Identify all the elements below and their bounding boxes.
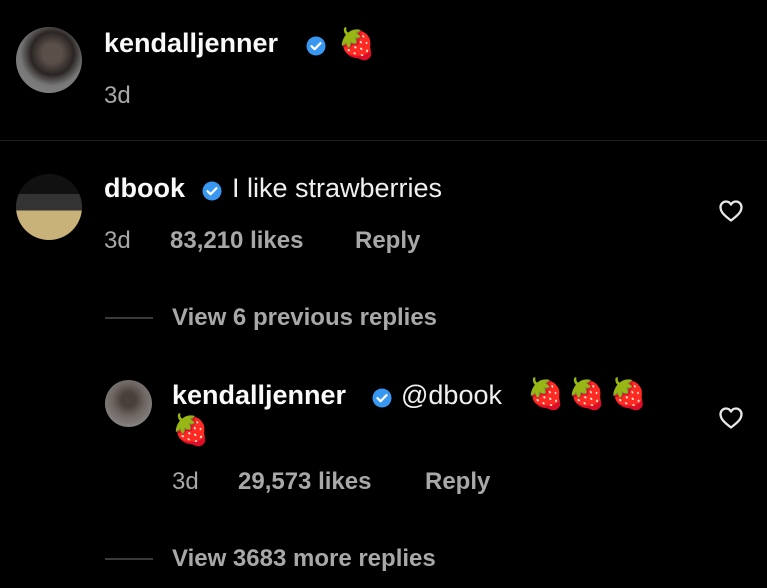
reply-button[interactable]: Reply [425,468,490,496]
divider [0,140,767,141]
verified-badge-icon [306,36,326,61]
avatar[interactable] [105,380,152,427]
thread-line [105,317,153,319]
timestamp: 3d [104,82,131,109]
strawberry-emoji: 🍓 [338,28,376,61]
avatar[interactable] [16,174,82,240]
mention-link[interactable]: @dbook [401,380,502,411]
username[interactable]: kendalljenner [104,28,278,59]
heart-outline-icon[interactable] [718,406,744,435]
timestamp: 3d [104,227,131,254]
view-previous-replies[interactable]: View 6 previous replies [172,304,437,332]
username[interactable]: kendalljenner [172,380,346,411]
username[interactable]: dbook [104,173,185,204]
view-more-replies[interactable]: View 3683 more replies [172,545,436,573]
verified-badge-icon [202,181,222,206]
timestamp: 3d [172,468,199,495]
thread-line [105,558,153,560]
likes-count[interactable]: 83,210 likes [170,227,303,255]
avatar[interactable] [16,27,82,93]
strawberry-emoji: 🍓 [172,414,210,447]
verified-badge-icon [372,388,392,413]
comment-text: I like strawberries [232,173,443,203]
likes-count[interactable]: 29,573 likes [238,468,371,496]
strawberry-emojis: 🍓🍓🍓 [527,378,652,411]
reply-button[interactable]: Reply [355,227,420,255]
heart-outline-icon[interactable] [718,199,744,228]
